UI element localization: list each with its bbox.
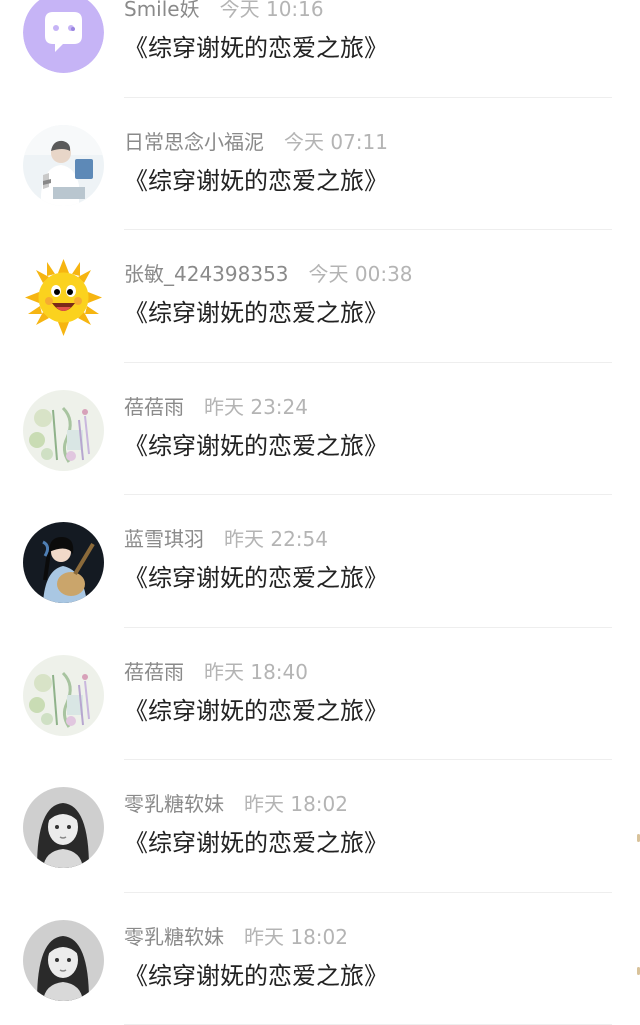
username[interactable]: 蓓蓓雨	[124, 395, 184, 419]
comment-text: 《综穿谢妩的恋爱之旅》	[124, 829, 388, 857]
username[interactable]: 零乳糖软妹	[124, 925, 224, 949]
comment-item[interactable]: 零乳糖软妹 昨天 18:02 《综穿谢妩的恋爱之旅》	[0, 760, 640, 893]
comment-item[interactable]: 蓓蓓雨 昨天 18:40 《综穿谢妩的恋爱之旅》	[0, 628, 640, 760]
username[interactable]: 零乳糖软妹	[124, 792, 224, 816]
username[interactable]: 蓝雪琪羽	[124, 527, 204, 551]
comment-list: Smile妖 今天 10:16 《综穿谢妩的恋爱之旅》 日常思念小福泥 今天 07:…	[0, 0, 640, 1025]
floral-painting-avatar[interactable]	[23, 389, 104, 471]
comment-text: 《综穿谢妩的恋爱之旅》	[124, 166, 388, 195]
comment-meta: 蓓蓓雨 昨天 23:24	[124, 394, 308, 420]
boy-reading-avatar[interactable]	[23, 124, 104, 206]
comment-meta: 零乳糖软妹 昨天 18:02	[124, 791, 348, 817]
username[interactable]: Smile妖	[124, 0, 200, 21]
girl-portrait-avatar[interactable]	[23, 919, 104, 1001]
timestamp: 昨天 18:02	[244, 792, 348, 816]
smiling-sun-avatar[interactable]	[23, 257, 104, 338]
comment-item[interactable]: Smile妖 今天 10:16 《综穿谢妩的恋爱之旅》	[0, 0, 640, 98]
timestamp: 昨天 18:02	[244, 924, 348, 949]
comment-text: 《综穿谢妩的恋爱之旅》	[124, 564, 388, 592]
timestamp: 昨天 18:40	[204, 659, 308, 684]
comment-meta: Smile妖 今天 10:16	[124, 0, 324, 22]
username[interactable]: 蓓蓓雨	[124, 660, 184, 684]
comment-item[interactable]: 张敏_424398353 今天 00:38 《综穿谢妩的恋爱之旅》	[0, 230, 640, 363]
comment-item[interactable]: 蓝雪琪羽 昨天 22:54 《综穿谢妩的恋爱之旅》	[0, 495, 640, 628]
comment-text: 《综穿谢妩的恋爱之旅》	[124, 299, 388, 327]
purple-chat-bubble-avatar[interactable]	[23, 0, 104, 73]
username[interactable]: 日常思念小福泥	[124, 130, 264, 154]
pipa-girl-avatar[interactable]	[23, 522, 104, 603]
comment-item[interactable]: 蓓蓓雨 昨天 23:24 《综穿谢妩的恋爱之旅》	[0, 363, 640, 495]
comment-meta: 蓝雪琪羽 昨天 22:54	[124, 526, 328, 552]
comment-meta: 日常思念小福泥 今天 07:11	[124, 129, 388, 155]
girl-portrait-avatar[interactable]	[23, 787, 104, 868]
username[interactable]: 张敏_424398353	[124, 262, 289, 286]
floral-painting-avatar[interactable]	[23, 654, 104, 736]
timestamp: 今天 10:16	[219, 0, 324, 21]
comment-item[interactable]: 日常思念小福泥 今天 07:11 《综穿谢妩的恋爱之旅》	[0, 98, 640, 230]
timestamp: 昨天 22:54	[224, 527, 328, 551]
timestamp: 昨天 23:24	[204, 394, 308, 419]
comment-meta: 张敏_424398353 今天 00:38	[124, 261, 413, 287]
comment-item[interactable]: 零乳糖软妹 昨天 18:02 《综穿谢妩的恋爱之旅》	[0, 893, 640, 1025]
comment-text: 《综穿谢妩的恋爱之旅》	[124, 431, 388, 460]
comment-text: 《综穿谢妩的恋爱之旅》	[124, 696, 388, 725]
comment-meta: 零乳糖软妹 昨天 18:02	[124, 924, 348, 950]
timestamp: 今天 00:38	[308, 262, 413, 286]
comment-meta: 蓓蓓雨 昨天 18:40	[124, 659, 308, 685]
comment-text: 《综穿谢妩的恋爱之旅》	[124, 961, 388, 990]
comment-text: 《综穿谢妩的恋爱之旅》	[124, 34, 388, 62]
timestamp: 今天 07:11	[284, 129, 388, 154]
